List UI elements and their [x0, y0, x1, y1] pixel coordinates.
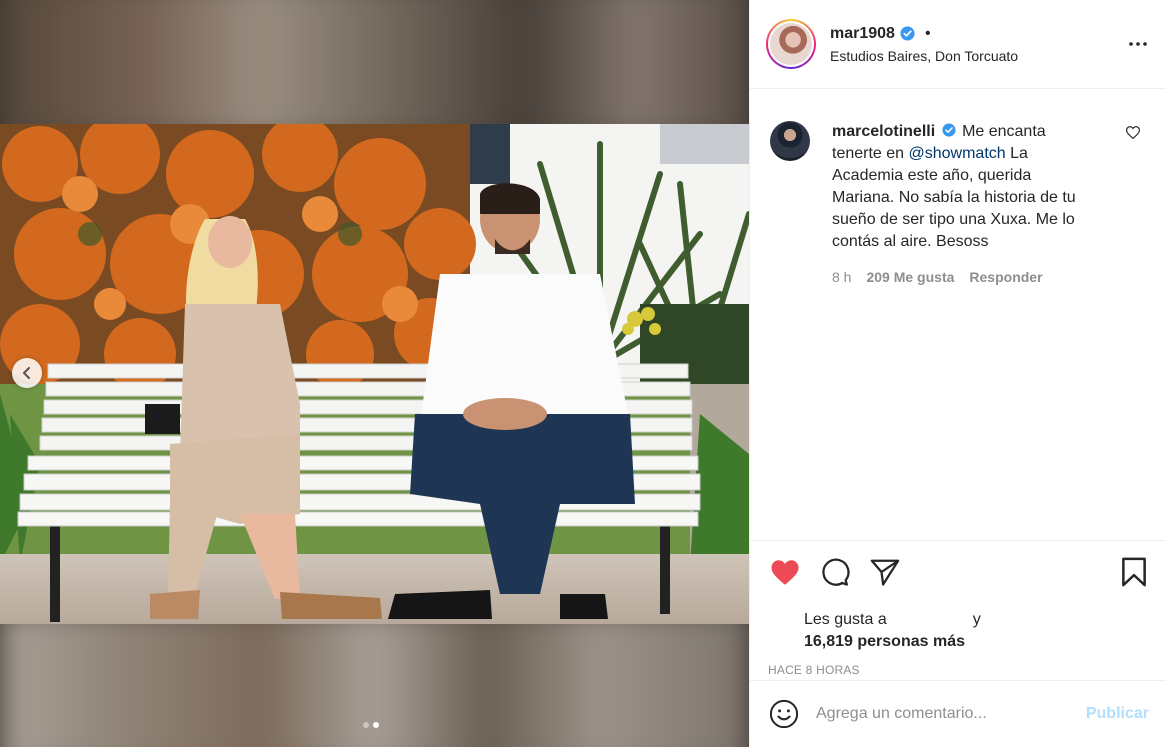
commenter-username[interactable]: marcelotinelli — [832, 123, 935, 140]
comment-item: marcelotinelli Me encanta tenerte en @sh… — [770, 121, 1150, 288]
paper-plane-icon — [870, 559, 900, 586]
comment-likes[interactable]: 209 Me gusta — [866, 266, 954, 288]
post-actions: Les gusta a y 16,819 personas más HACE 8 … — [750, 540, 1166, 677]
publish-comment-button[interactable]: Publicar — [1086, 705, 1149, 723]
liked-by-prefix: Les gusta a — [804, 611, 887, 628]
verified-badge-icon — [942, 123, 956, 137]
comment-time[interactable]: 8 h — [832, 266, 851, 288]
author-avatar — [770, 23, 812, 65]
instagram-post: mar1908 • Estudios Baires, Don Torcuato — [0, 0, 1166, 747]
post-side-panel: mar1908 • Estudios Baires, Don Torcuato — [749, 0, 1166, 747]
post-timestamp[interactable]: HACE 8 HORAS — [768, 663, 1151, 677]
comment-bubble-icon — [822, 558, 850, 586]
commenter-avatar[interactable] — [770, 121, 810, 161]
comment-like-button[interactable] — [1125, 126, 1141, 142]
bookmark-icon — [1122, 557, 1146, 587]
post-media — [0, 0, 749, 747]
photo-illustration — [0, 124, 749, 624]
comment-mention-link[interactable]: @showmatch — [909, 145, 1006, 162]
carousel-dot-active — [373, 722, 379, 728]
heart-filled-icon — [771, 559, 799, 585]
post-location[interactable]: Estudios Baires, Don Torcuato — [830, 48, 1126, 64]
comment-button[interactable] — [818, 555, 852, 589]
comment-input[interactable] — [816, 705, 1086, 723]
chevron-left-icon — [23, 367, 30, 379]
verified-badge-icon — [900, 26, 915, 41]
comment-reply-button[interactable]: Responder — [969, 266, 1042, 288]
more-options-button[interactable] — [1126, 32, 1150, 56]
comments-section: marcelotinelli Me encanta tenerte en @sh… — [750, 89, 1166, 540]
likes-summary: Les gusta a y 16,819 personas más — [768, 609, 1151, 653]
author-username[interactable]: mar1908 — [830, 25, 895, 43]
comment-meta: 8 h 209 Me gusta Responder — [832, 266, 1077, 288]
comment-text: marcelotinelli Me encanta tenerte en @sh… — [832, 121, 1077, 253]
likes-count-link[interactable]: 16,819 personas más — [804, 631, 1151, 653]
like-button[interactable] — [768, 555, 802, 589]
heart-outline-icon — [1125, 126, 1141, 140]
add-comment-bar: Publicar — [750, 680, 1166, 747]
carousel-prev-button[interactable] — [12, 358, 42, 388]
smiley-icon — [769, 699, 799, 729]
post-photo — [0, 124, 749, 624]
author-avatar-story-ring[interactable] — [766, 19, 816, 69]
carousel-indicator — [363, 722, 379, 728]
more-horizontal-icon — [1129, 42, 1147, 46]
liked-by-and: y — [972, 611, 981, 628]
post-header: mar1908 • Estudios Baires, Don Torcuato — [750, 0, 1166, 89]
share-button[interactable] — [868, 555, 902, 589]
emoji-button[interactable] — [768, 698, 800, 730]
header-separator: • — [924, 24, 931, 42]
carousel-dot — [363, 722, 369, 728]
save-button[interactable] — [1117, 555, 1151, 589]
blurred-background-top — [0, 0, 749, 140]
